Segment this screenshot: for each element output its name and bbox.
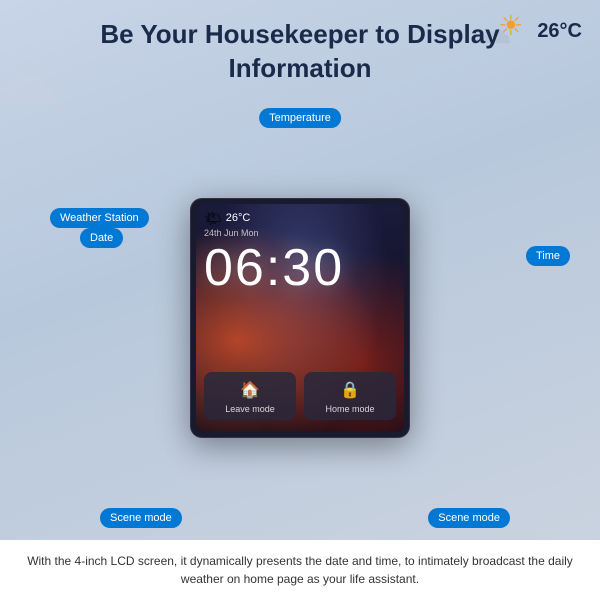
- leave-mode-label: Leave mode: [225, 404, 275, 414]
- screen-date: 24th Jun Mon: [204, 228, 396, 238]
- weather-row: 🌤 26°C: [204, 210, 396, 227]
- header: Be Your Housekeeper to Display Informati…: [0, 0, 600, 96]
- footer: With the 4-inch LCD screen, it dynamical…: [0, 540, 600, 600]
- page-title: Be Your Housekeeper to Display Informati…: [40, 18, 560, 86]
- label-temperature: Temperature: [259, 108, 341, 128]
- footer-text: With the 4-inch LCD screen, it dynamical…: [20, 552, 580, 588]
- weather-icon: 🌤: [204, 210, 222, 227]
- label-weather-station: Weather Station: [50, 208, 149, 228]
- leave-mode-button[interactable]: 🏠 Leave mode: [204, 372, 296, 420]
- home-mode-button[interactable]: 🔒 Home mode: [304, 372, 396, 420]
- screen-time: 06:30: [204, 242, 396, 294]
- lock-icon: 🔒: [340, 380, 360, 400]
- home-outline-icon: 🏠: [240, 380, 260, 400]
- device-screen: 🌤 26°C 24th Jun Mon 06:30 🏠 Leave mode: [196, 204, 404, 432]
- label-date: Date: [80, 228, 123, 248]
- page: ☁ Be Your Housekeeper to Display Informa…: [0, 0, 600, 600]
- home-mode-label: Home mode: [325, 404, 374, 414]
- label-scene-mode-2: Scene mode: [428, 508, 510, 528]
- device-area: Temperature 🌤 26°C 24th Jun Mon 06:30: [90, 96, 510, 540]
- device-frame: 🌤 26°C 24th Jun Mon 06:30 🏠 Leave mode: [190, 198, 410, 438]
- screen-content: 🌤 26°C 24th Jun Mon 06:30 🏠 Leave mode: [196, 204, 404, 432]
- label-scene-mode-1: Scene mode: [100, 508, 182, 528]
- modes-row: 🏠 Leave mode 🔒 Home mode: [204, 372, 396, 426]
- screen-temp: 26°C: [226, 212, 251, 224]
- label-time: Time: [526, 246, 570, 266]
